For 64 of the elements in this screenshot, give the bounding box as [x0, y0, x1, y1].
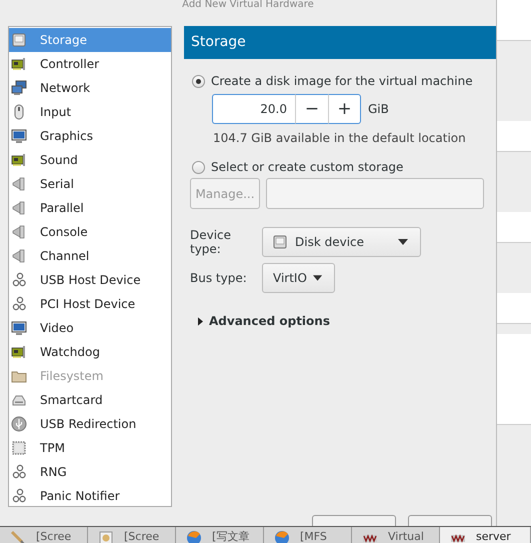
- taskbar-button[interactable]: [MFS: [264, 527, 352, 543]
- brush-icon: [10, 530, 26, 543]
- list-item[interactable]: Channel: [9, 244, 171, 268]
- list-item[interactable]: RNG: [9, 460, 171, 484]
- taskbar-button[interactable]: [Scree: [0, 527, 88, 543]
- list-item[interactable]: Panic Notifier: [9, 484, 171, 508]
- connector-icon: [11, 200, 27, 216]
- increment-button[interactable]: +: [328, 94, 361, 124]
- gears-icon: [11, 464, 27, 480]
- connector-icon: [11, 224, 27, 240]
- radio-button[interactable]: [192, 74, 205, 88]
- gears-icon: [11, 488, 27, 504]
- taskbar-button[interactable]: server: [440, 527, 531, 543]
- usb-icon: [11, 416, 27, 432]
- expander-arrow-icon[interactable]: [198, 316, 203, 326]
- list-item[interactable]: Console: [9, 220, 171, 244]
- path-field[interactable]: [266, 178, 484, 209]
- globe-icon: [274, 530, 290, 543]
- monitor-icon: [11, 320, 27, 336]
- dialog-button[interactable]: [312, 515, 396, 526]
- radio-label[interactable]: Create a disk image for the virtual machine: [211, 74, 473, 88]
- field-label: Device type:: [190, 228, 232, 256]
- image-icon: [98, 530, 114, 543]
- list-item[interactable]: Video: [9, 316, 171, 340]
- dropdown[interactable]: VirtIO: [262, 263, 335, 293]
- available-space-text: 104.7 GiB available in the default location: [213, 131, 467, 145]
- caret-icon: [312, 275, 322, 281]
- radio-label[interactable]: Select or create custom storage: [211, 160, 404, 174]
- list-item[interactable]: Watchdog: [9, 340, 171, 364]
- list-item[interactable]: USB Host Device: [9, 268, 171, 292]
- list-item[interactable]: USB Redirection: [9, 412, 171, 436]
- decrement-button[interactable]: −: [295, 94, 328, 124]
- list-item[interactable]: PCI Host Device: [9, 292, 171, 316]
- chip-icon: [11, 440, 27, 456]
- expander-label[interactable]: Advanced options: [209, 314, 330, 328]
- list-item[interactable]: Input: [9, 100, 171, 124]
- expansion-card-icon: [11, 344, 27, 360]
- list-item[interactable]: Controller: [9, 52, 171, 76]
- dialog-button[interactable]: [408, 515, 492, 526]
- list-item[interactable]: Sound: [9, 148, 171, 172]
- list-item[interactable]: Serial: [9, 172, 171, 196]
- list-item[interactable]: Smartcard: [9, 388, 171, 412]
- monitor-icon: [11, 128, 27, 144]
- expansion-card-icon: [11, 152, 27, 168]
- list-item[interactable]: Network: [9, 76, 171, 100]
- unit-label: GiB: [368, 102, 389, 116]
- expansion-card-icon: [11, 56, 27, 72]
- list-item[interactable]: Parallel: [9, 196, 171, 220]
- caret-icon: [398, 239, 408, 245]
- dropdown[interactable]: Disk device: [262, 227, 421, 257]
- taskbar-button[interactable]: [Scree: [88, 527, 176, 543]
- gears-icon: [11, 272, 27, 288]
- network-computers-icon: [11, 80, 27, 96]
- list-item[interactable]: TPM: [9, 436, 171, 460]
- radio-button[interactable]: [192, 160, 205, 174]
- size-spinner[interactable]: 20.0: [212, 94, 295, 124]
- taskbar-button[interactable]: [写文章: [176, 527, 264, 543]
- connector-icon: [11, 176, 27, 192]
- connector-icon: [11, 248, 27, 264]
- list-item[interactable]: Graphics: [9, 124, 171, 148]
- field-label: Bus type:: [190, 271, 248, 285]
- gears-icon: [11, 296, 27, 312]
- section-header: Storage: [184, 26, 496, 59]
- globe-icon: [186, 530, 202, 543]
